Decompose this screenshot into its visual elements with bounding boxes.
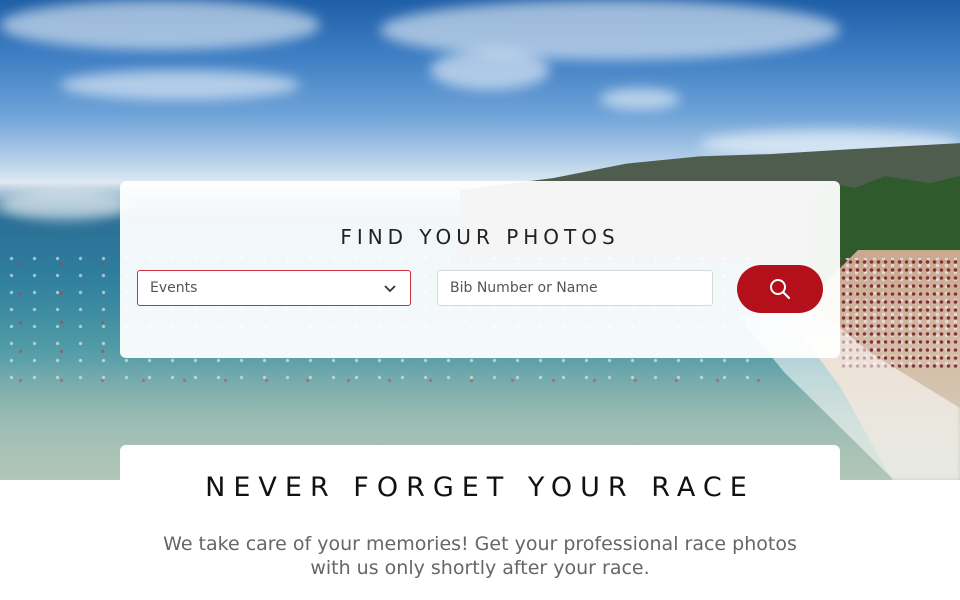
events-dropdown[interactable]: Events: [137, 270, 411, 306]
intro-headline: NEVER FORGET YOUR RACE: [205, 472, 755, 503]
cloud: [600, 88, 680, 110]
search-panel: FIND YOUR PHOTOS Events: [120, 181, 840, 358]
cloud: [430, 50, 550, 90]
intro-tagline: We take care of your memories! Get your …: [163, 533, 797, 579]
cloud: [380, 0, 840, 60]
bib-number-search-input[interactable]: [437, 270, 713, 306]
search-button[interactable]: [737, 265, 823, 313]
cloud: [0, 0, 320, 50]
search-title: FIND YOUR PHOTOS: [340, 225, 620, 249]
search-icon: [770, 279, 791, 300]
cloud: [60, 70, 300, 100]
events-dropdown-label: Events: [150, 280, 198, 296]
cloud: [0, 190, 130, 220]
chevron-down-icon: [384, 285, 396, 293]
